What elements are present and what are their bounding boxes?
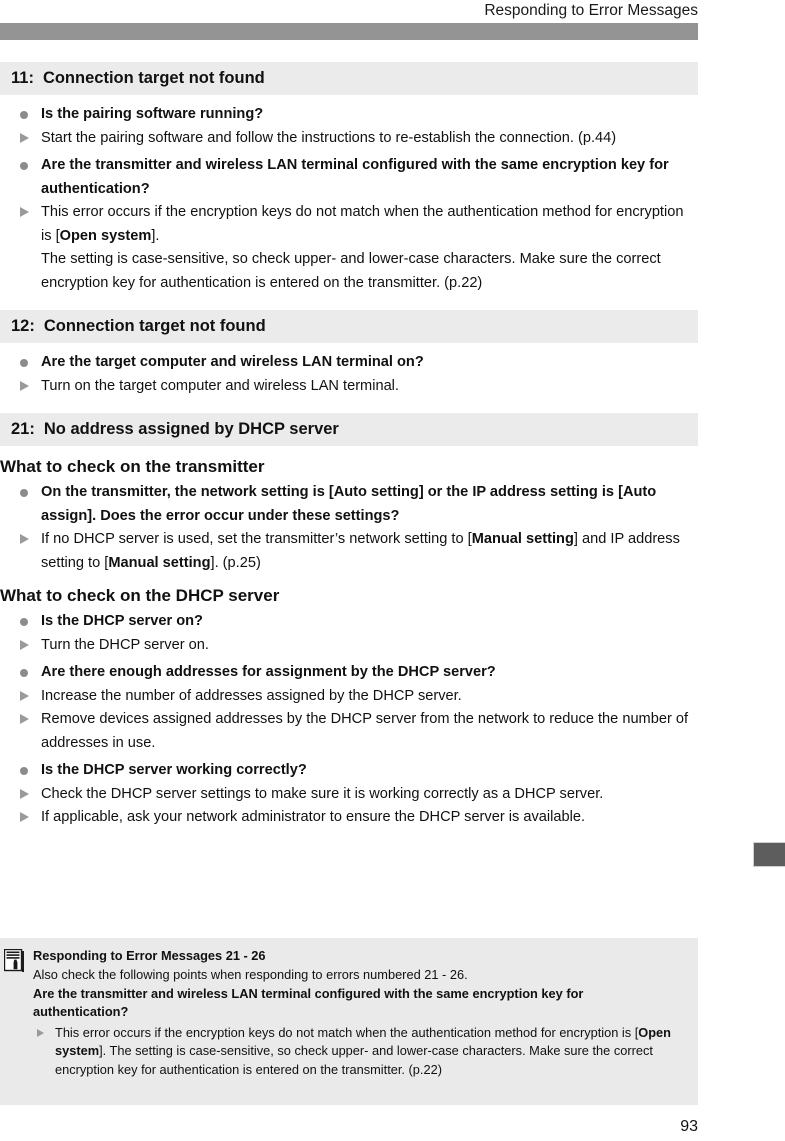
triangle-right-icon — [37, 1028, 44, 1037]
running-header: Responding to Error Messages — [484, 2, 698, 19]
header-rule — [0, 23, 698, 40]
list-item: On the transmitter, the network setting … — [0, 481, 698, 528]
item-text: If applicable, ask your network administ… — [41, 809, 586, 825]
item-text: Check the DHCP server settings to make s… — [41, 785, 604, 802]
item-text: Remove devices assigned addresses by the… — [41, 711, 689, 751]
list-item: Are the transmitter and wireless LAN ter… — [0, 154, 698, 201]
item-continuation: The setting is case-sensitive, so check … — [41, 251, 661, 291]
item-text: This error occurs if the encryption keys… — [41, 204, 684, 244]
item-text: Are the transmitter and wireless LAN ter… — [41, 157, 669, 197]
error-title: Connection target not found — [42, 69, 265, 87]
item-text: Is the DHCP server working correctly? — [41, 762, 307, 778]
list-item: Increase the number of addresses assigne… — [0, 685, 698, 709]
error-banner-12: 12: Connection target not found — [0, 310, 698, 343]
list-item: Remove devices assigned addresses by the… — [0, 708, 698, 755]
triangle-right-icon — [20, 806, 38, 830]
triangle-right-icon — [20, 783, 38, 807]
triangle-right-icon — [20, 528, 38, 552]
dhcp-check-items: Is the DHCP server on? Turn the DHCP ser… — [0, 610, 698, 830]
note-title: Responding to Error Messages 21 - 26 — [33, 948, 266, 963]
list-item: Are there enough addresses for assignmen… — [0, 661, 698, 685]
note-list-item: This error occurs if the encryption keys… — [33, 1024, 682, 1080]
item-text: Increase the number of addresses assigne… — [41, 687, 462, 704]
item-text: Is the DHCP server on? — [41, 613, 203, 629]
item-text: Turn the DHCP server on. — [41, 636, 209, 653]
triangle-right-icon — [20, 375, 38, 399]
item-text: Are there enough addresses for assignmen… — [41, 664, 496, 680]
item-text: If no DHCP server is used, set the trans… — [41, 531, 680, 571]
triangle-right-icon — [20, 685, 38, 709]
bullet-dot-icon — [20, 610, 38, 634]
subsection-heading-dhcp: What to check on the DHCP server — [0, 586, 280, 605]
error-number: 11: — [11, 69, 34, 87]
list-item: Check the DHCP server settings to make s… — [0, 783, 698, 807]
item-text: Is the pairing software running? — [41, 106, 264, 122]
page-content: 11: Connection target not found Is the p… — [0, 62, 698, 830]
item-text: Turn on the target computer and wireless… — [41, 377, 399, 394]
item-text: On the transmitter, the network setting … — [41, 484, 657, 524]
subsection-heading-transmitter: What to check on the transmitter — [0, 457, 265, 476]
list-item: Turn on the target computer and wireless… — [0, 375, 698, 399]
bullet-dot-icon — [20, 661, 38, 685]
error-banner-11: 11: Connection target not found — [0, 62, 698, 95]
error-title: Connection target not found — [43, 317, 266, 335]
error-12-items: Are the target computer and wireless LAN… — [0, 351, 698, 398]
bullet-dot-icon — [20, 154, 38, 178]
chapter-tab-marker — [753, 842, 785, 867]
bullet-dot-icon — [20, 481, 38, 505]
list-item: Turn the DHCP server on. — [0, 634, 698, 658]
bullet-dot-icon — [20, 103, 38, 127]
error-title: No address assigned by DHCP server — [43, 420, 339, 438]
list-item: Start the pairing software and follow th… — [0, 127, 698, 151]
triangle-right-icon — [20, 708, 38, 732]
triangle-right-icon — [20, 127, 38, 151]
memo-pad-icon — [3, 948, 24, 972]
bullet-dot-icon — [20, 759, 38, 783]
list-item: Are the target computer and wireless LAN… — [0, 351, 698, 375]
error-number: 12: — [11, 317, 35, 335]
page-number: 93 — [680, 1118, 698, 1135]
list-item: Is the pairing software running? — [0, 103, 698, 127]
list-item: This error occurs if the encryption keys… — [0, 201, 698, 248]
note-bold-question: Are the transmitter and wireless LAN ter… — [33, 985, 584, 1020]
error-11-items: Is the pairing software running? Start t… — [0, 103, 698, 295]
error-banner-21: 21: No address assigned by DHCP server — [0, 413, 698, 446]
triangle-right-icon — [20, 201, 38, 225]
item-text: Start the pairing software and follow th… — [41, 129, 617, 146]
bullet-dot-icon — [20, 351, 38, 375]
note-intro: Also check the following points when res… — [33, 967, 468, 982]
list-item: Is the DHCP server working correctly? — [0, 759, 698, 783]
error-number: 21: — [11, 420, 35, 438]
note-box: Responding to Error Messages 21 - 26 Als… — [0, 938, 698, 1105]
list-item: If no DHCP server is used, set the trans… — [0, 528, 698, 575]
list-item: If applicable, ask your network administ… — [0, 806, 698, 830]
note-item-text: This error occurs if the encryption keys… — [55, 1024, 671, 1077]
list-item: Is the DHCP server on? — [0, 610, 698, 634]
triangle-right-icon — [20, 634, 38, 658]
transmitter-check-items: On the transmitter, the network setting … — [0, 481, 698, 575]
item-text: Are the target computer and wireless LAN… — [41, 354, 424, 370]
